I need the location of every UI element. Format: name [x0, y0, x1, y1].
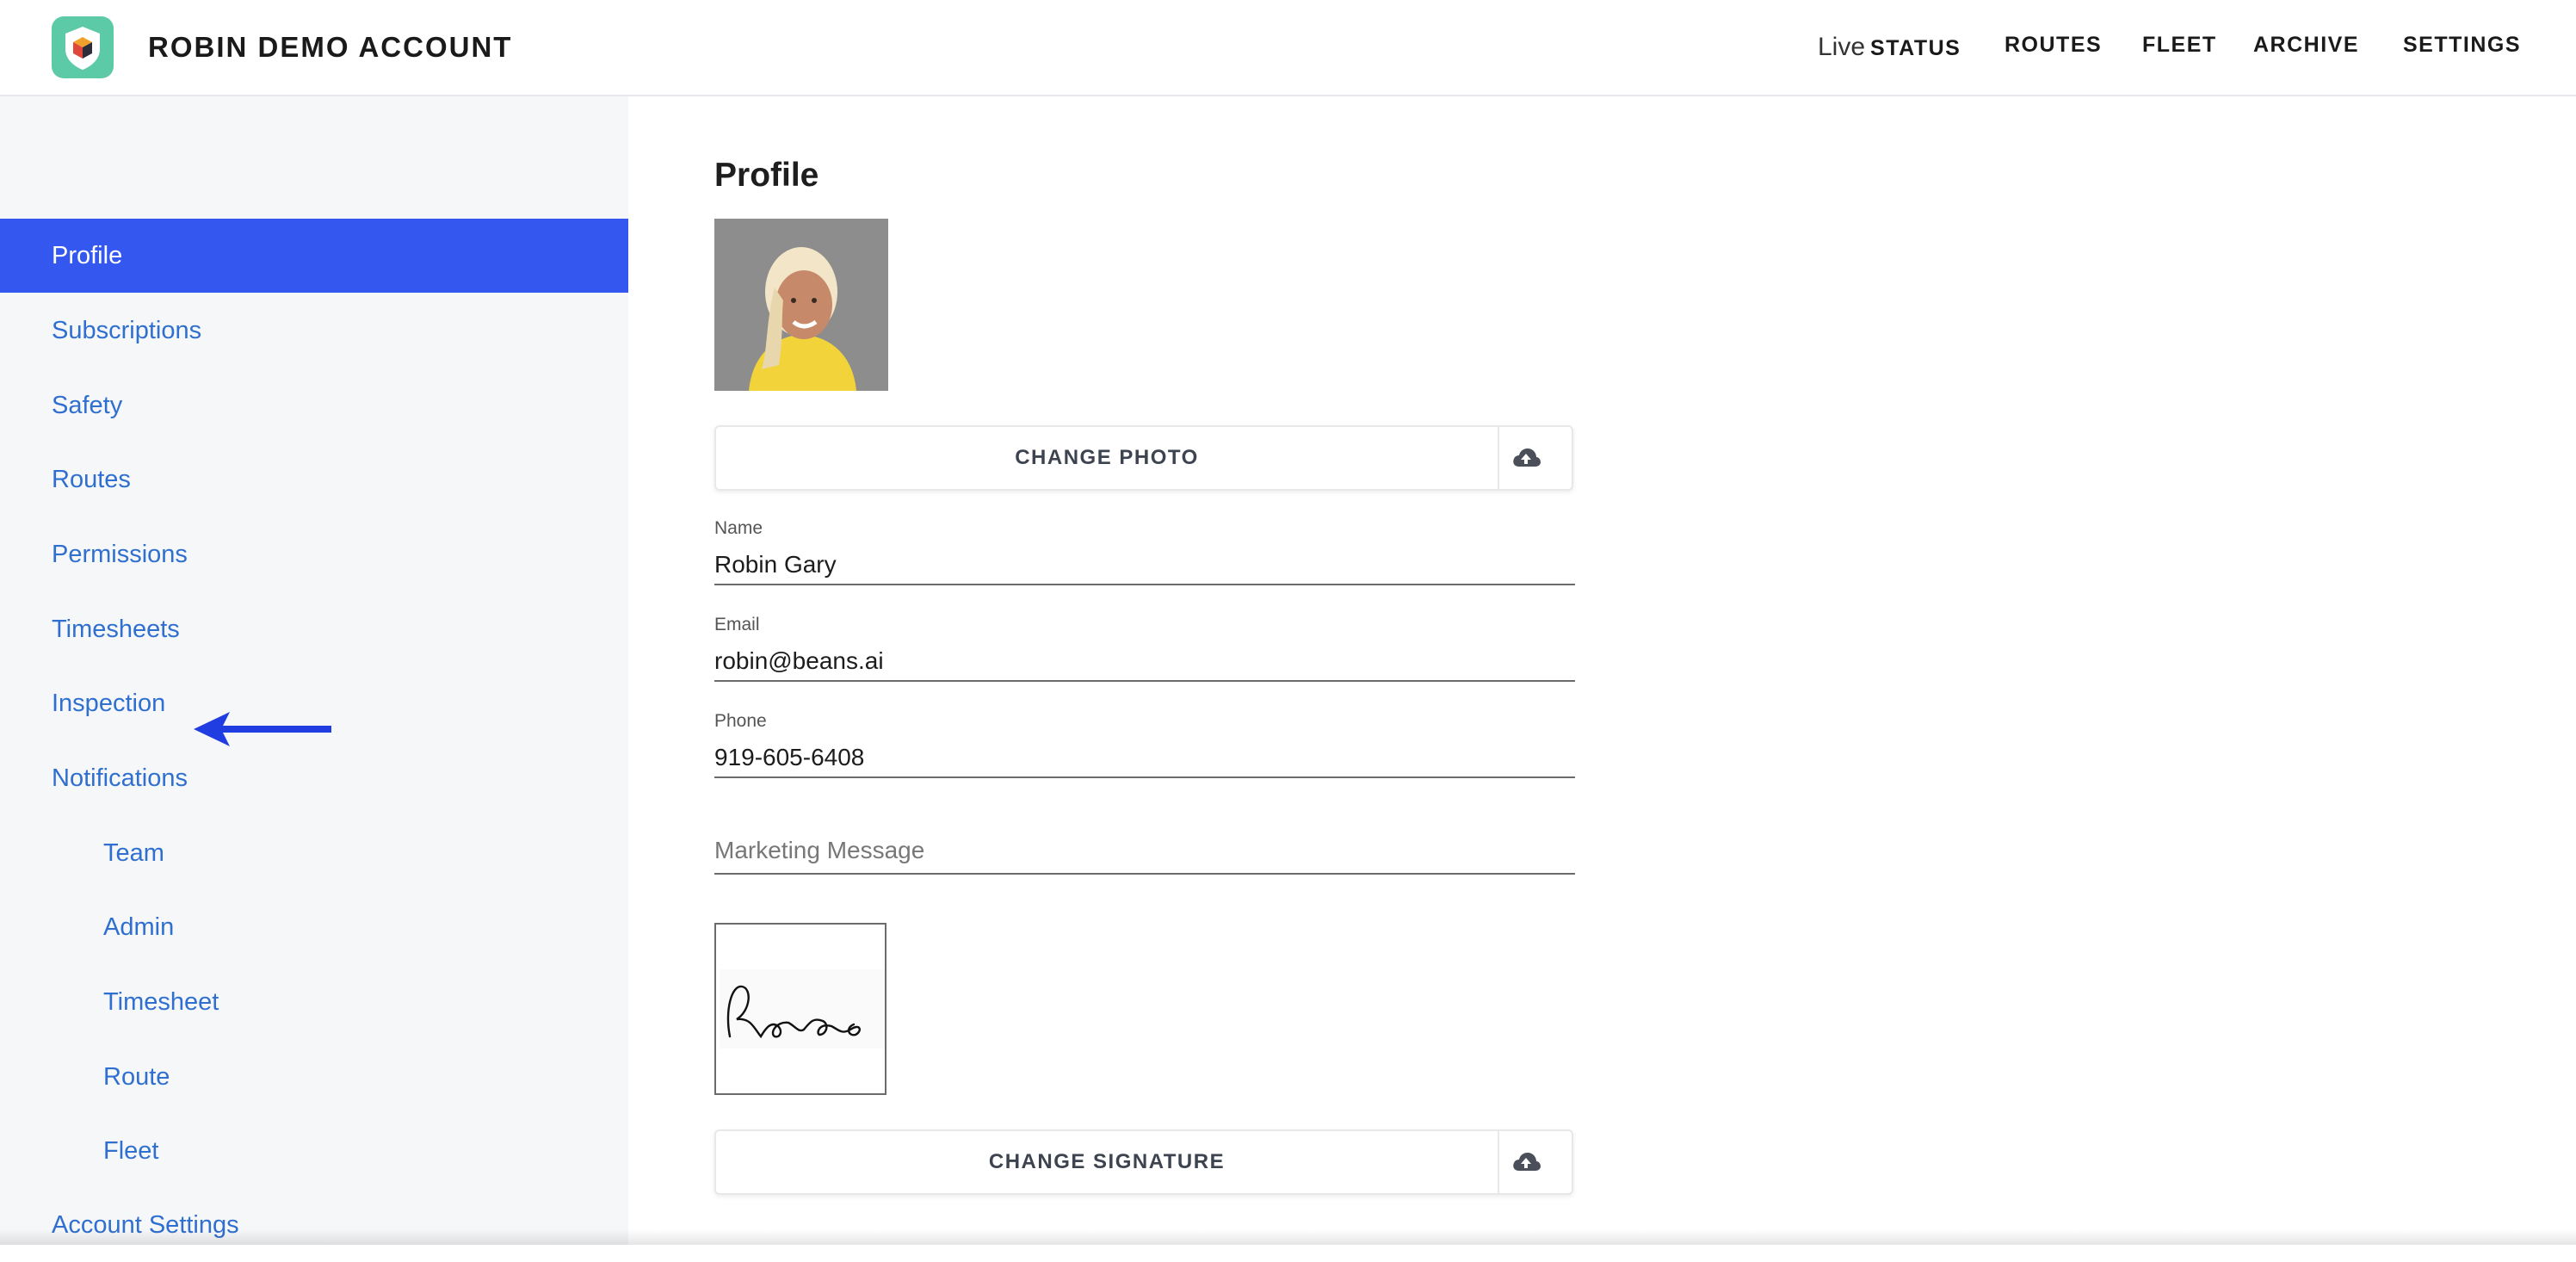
page-title: Profile: [714, 157, 819, 194]
name-label: Name: [714, 518, 763, 538]
nav-status-label: STATUS: [1870, 36, 1961, 60]
name-input[interactable]: Robin Gary: [714, 551, 837, 578]
marketing-message-field[interactable]: Marketing Message: [714, 837, 1575, 875]
sidebar-item-fleet[interactable]: Fleet: [0, 1114, 628, 1188]
sidebar-item-safety[interactable]: Safety: [0, 368, 628, 442]
bottom-edge-shadow: [0, 1229, 2576, 1245]
phone-input[interactable]: 919-605-6408: [714, 744, 864, 771]
phone-field[interactable]: Phone 919-605-6408: [714, 711, 1575, 778]
settings-sidebar: Profile Subscriptions Safety Routes Perm…: [0, 96, 628, 1245]
change-signature-card: CHANGE SIGNATURE: [714, 1129, 1573, 1195]
name-field[interactable]: Name Robin Gary: [714, 518, 1575, 585]
arrow-left-icon: [194, 712, 331, 746]
cloud-upload-icon[interactable]: [1511, 446, 1541, 470]
sidebar-item-account-settings[interactable]: Account Settings: [0, 1188, 628, 1262]
email-input[interactable]: robin@beans.ai: [714, 647, 884, 675]
sidebar-item-routes[interactable]: Routes: [0, 442, 628, 517]
nav-live-prefix: Live: [1818, 33, 1866, 61]
app-logo[interactable]: [52, 16, 114, 78]
sidebar-item-timesheet[interactable]: Timesheet: [0, 965, 628, 1039]
nav-fleet[interactable]: FLEET: [2142, 33, 2217, 58]
change-signature-button[interactable]: CHANGE SIGNATURE: [716, 1131, 1499, 1193]
top-navigation-bar: ROBIN DEMO ACCOUNT Live STATUS ROUTES FLE…: [0, 0, 2576, 96]
sidebar-item-route[interactable]: Route: [0, 1040, 628, 1114]
cloud-upload-icon[interactable]: [1511, 1150, 1541, 1174]
phone-label: Phone: [714, 711, 767, 731]
sidebar-item-permissions[interactable]: Permissions: [0, 517, 628, 591]
change-photo-button[interactable]: CHANGE PHOTO: [716, 427, 1499, 489]
signature-image: [714, 923, 886, 1095]
profile-photo: [714, 219, 888, 391]
change-photo-card: CHANGE PHOTO: [714, 425, 1573, 491]
sidebar-item-admin[interactable]: Admin: [0, 890, 628, 964]
profile-panel: Profile CHANGE PHOTO Name Robin Gary Ema…: [628, 96, 2576, 1245]
sidebar-item-subscriptions[interactable]: Subscriptions: [0, 294, 628, 368]
email-field[interactable]: Email robin@beans.ai: [714, 615, 1575, 682]
nav-routes[interactable]: ROUTES: [2005, 33, 2102, 58]
sidebar-item-timesheets[interactable]: Timesheets: [0, 592, 628, 666]
email-label: Email: [714, 615, 760, 634]
sidebar-item-profile[interactable]: Profile: [0, 219, 628, 293]
sidebar-item-notifications[interactable]: Notifications: [0, 741, 628, 815]
account-name: ROBIN DEMO ACCOUNT: [148, 31, 513, 63]
nav-live-status[interactable]: Live STATUS: [1818, 33, 1961, 62]
nav-archive[interactable]: ARCHIVE: [2253, 33, 2359, 58]
marketing-message-input[interactable]: Marketing Message: [714, 837, 924, 864]
sidebar-item-team[interactable]: Team: [0, 816, 628, 890]
nav-settings[interactable]: SETTINGS: [2403, 33, 2521, 58]
